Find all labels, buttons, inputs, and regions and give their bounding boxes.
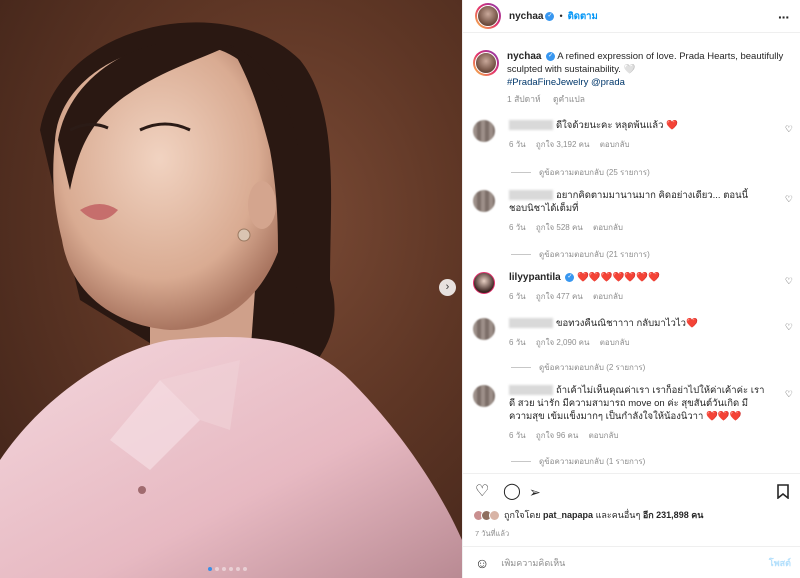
like-comment-icon[interactable]: ♡ (785, 276, 793, 287)
heart-outline-icon[interactable]: ♡ (475, 484, 489, 500)
commenter-username[interactable] (509, 190, 553, 201)
comment-age: 6 วัน (509, 223, 526, 232)
comment-age: 6 วัน (509, 338, 526, 347)
comment-likes[interactable]: ถูกใจ 528 คน (536, 223, 583, 232)
comment-emoji: ❤️ (666, 120, 678, 131)
like-comment-icon[interactable]: ♡ (785, 194, 793, 205)
comment-likes[interactable]: ถูกใจ 96 คน (536, 431, 578, 440)
view-replies-link[interactable]: ดูข้อความตอบกลับ (1 รายการ) (511, 455, 645, 468)
more-options-icon[interactable]: ··· (778, 9, 790, 25)
hashtag-link[interactable]: #PradaFineJewelry (507, 77, 588, 88)
post-caption: nychaa ✓ A refined expression of love. P… (473, 50, 793, 106)
comment-age: 6 วัน (509, 292, 526, 301)
reply-button[interactable]: ตอบกลับ (600, 338, 630, 347)
reply-button[interactable]: ตอบกลับ (600, 140, 630, 149)
likes-summary[interactable]: ถูกใจโดย pat_napapa และคนอื่นๆ อีก 231,8… (473, 508, 703, 522)
author-avatar[interactable] (475, 3, 501, 29)
post-date: 7 วันที่แล้ว (475, 529, 510, 538)
caption-username[interactable]: nychaa (507, 51, 541, 62)
see-translation-link[interactable]: ดูคำแปล (553, 94, 585, 104)
comment-text: ดีใจด้วยนะคะ หลุดพ้นแล้ว (556, 120, 664, 131)
reply-button[interactable]: ตอบกลับ (593, 223, 623, 232)
bookmark-icon[interactable] (777, 484, 789, 503)
post-comment-button[interactable]: โพสต์ (769, 556, 791, 570)
post-actions-bar: ♡ ◯ ➢ (463, 473, 800, 506)
comment-item: lilyypantila ✓ ❤️❤️❤️❤️❤️❤️❤️ 6 วัน ถูกใ… (473, 271, 793, 303)
comment-likes[interactable]: ถูกใจ 3,192 คน (536, 140, 590, 149)
carousel-dot (236, 567, 240, 571)
liker-username[interactable]: pat_napapa (543, 510, 593, 520)
commenter-username[interactable] (509, 385, 553, 396)
comment-item: ขอทวงคืนณิชาาาา กลับมาไวไว❤️ 6 วัน ถูกใจ… (473, 317, 793, 349)
comment-item: ถ้าเค้าไม่เห็นคุณค่าเรา เราก็อย่าไปให้ค่… (473, 384, 793, 442)
post-header: nychaa ✓ • ติดตาม ··· (463, 0, 800, 33)
like-comment-icon[interactable]: ♡ (785, 322, 793, 333)
carousel-indicator (208, 567, 247, 571)
author-username[interactable]: nychaa (509, 11, 543, 22)
like-comment-icon[interactable]: ♡ (785, 124, 793, 135)
commenter-avatar[interactable] (473, 385, 495, 407)
commenter-avatar[interactable] (473, 272, 495, 294)
reply-button[interactable]: ตอบกลับ (593, 292, 623, 301)
commenter-username[interactable] (509, 120, 553, 131)
carousel-dot (229, 567, 233, 571)
verified-badge-icon: ✓ (545, 11, 555, 21)
mention-link[interactable]: @prada (591, 77, 625, 88)
comment-emoji: ❤️❤️❤️ (705, 411, 742, 422)
commenter-username[interactable] (509, 318, 553, 329)
comment-composer: ☺ โพสต์ (463, 546, 800, 578)
liker-avatar (489, 509, 500, 521)
commenter-avatar[interactable] (473, 318, 495, 340)
post-details-panel: nychaa ✓ • ติดตาม ··· nychaa ✓ A refined… (462, 0, 800, 578)
comment-age: 6 วัน (509, 431, 526, 440)
carousel-dot (208, 567, 212, 571)
post-photo[interactable]: › (0, 0, 462, 578)
comment-likes[interactable]: ถูกใจ 477 คน (536, 292, 583, 301)
portrait-image (0, 22, 462, 578)
view-replies-link[interactable]: ดูข้อความตอบกลับ (21 รายการ) (511, 248, 650, 261)
separator-dot: • (559, 11, 563, 21)
commenter-avatar[interactable] (473, 190, 495, 212)
follow-button[interactable]: ติดตาม (568, 9, 598, 24)
comment-emoji: ❤️ (685, 318, 698, 329)
likes-prefix: ถูกใจโดย (504, 510, 541, 520)
verified-badge-icon: ✓ (565, 272, 575, 282)
caption-age: 1 สัปดาห์ (507, 94, 541, 104)
comment-icon[interactable]: ◯ (503, 484, 521, 500)
commenter-username[interactable]: lilyypantila (509, 272, 561, 283)
caption-avatar[interactable] (473, 50, 499, 76)
like-comment-icon[interactable]: ♡ (785, 389, 793, 400)
comment-item: ดีใจด้วยนะคะ หลุดพ้นแล้ว ❤️ 6 วัน ถูกใจ … (473, 119, 793, 151)
comment-text: ขอทวงคืนณิชาาาา กลับมาไวไว (556, 318, 686, 329)
comment-likes[interactable]: ถูกใจ 2,090 คน (536, 338, 590, 347)
add-comment-input[interactable] (501, 557, 732, 568)
carousel-dot (222, 567, 226, 571)
comment-age: 6 วัน (509, 140, 526, 149)
reply-button[interactable]: ตอบกลับ (589, 431, 619, 440)
view-replies-link[interactable]: ดูข้อความตอบกลับ (25 รายการ) (511, 166, 650, 179)
commenter-avatar[interactable] (473, 120, 495, 142)
paper-plane-icon[interactable]: ➢ (529, 484, 541, 500)
likes-middle: และคนอื่นๆ (595, 510, 641, 520)
view-replies-link[interactable]: ดูข้อความตอบกลับ (2 รายการ) (511, 361, 645, 374)
carousel-dot (243, 567, 247, 571)
emoji-icon[interactable]: ☺ (475, 555, 489, 571)
comments-scroll-area[interactable]: nychaa ✓ A refined expression of love. P… (463, 34, 800, 472)
likes-count[interactable]: อีก 231,898 คน (643, 508, 704, 522)
carousel-dot (215, 567, 219, 571)
comment-item: อยากคิดตามมานานมาก คิดอย่างเดียว... ตอนน… (473, 189, 793, 234)
comment-text: ❤️❤️❤️❤️❤️❤️❤️ (576, 272, 660, 283)
verified-badge-icon: ✓ (546, 51, 556, 61)
carousel-next-button[interactable]: › (439, 279, 456, 296)
